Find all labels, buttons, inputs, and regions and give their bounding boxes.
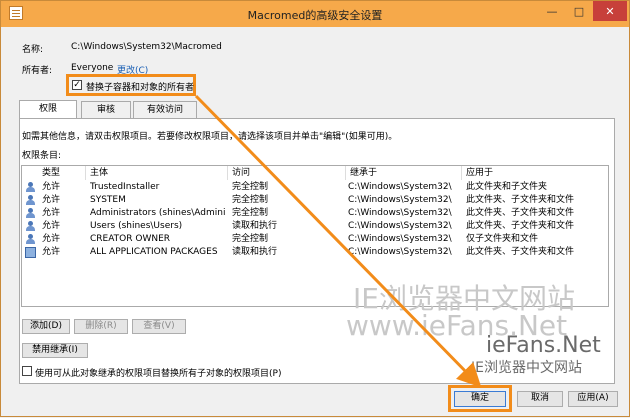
security-settings-window: Macromed的高级安全设置 — □ ✕ 名称: C:\Windows\Sys… xyxy=(0,0,630,417)
annotation-arrow xyxy=(194,94,482,388)
